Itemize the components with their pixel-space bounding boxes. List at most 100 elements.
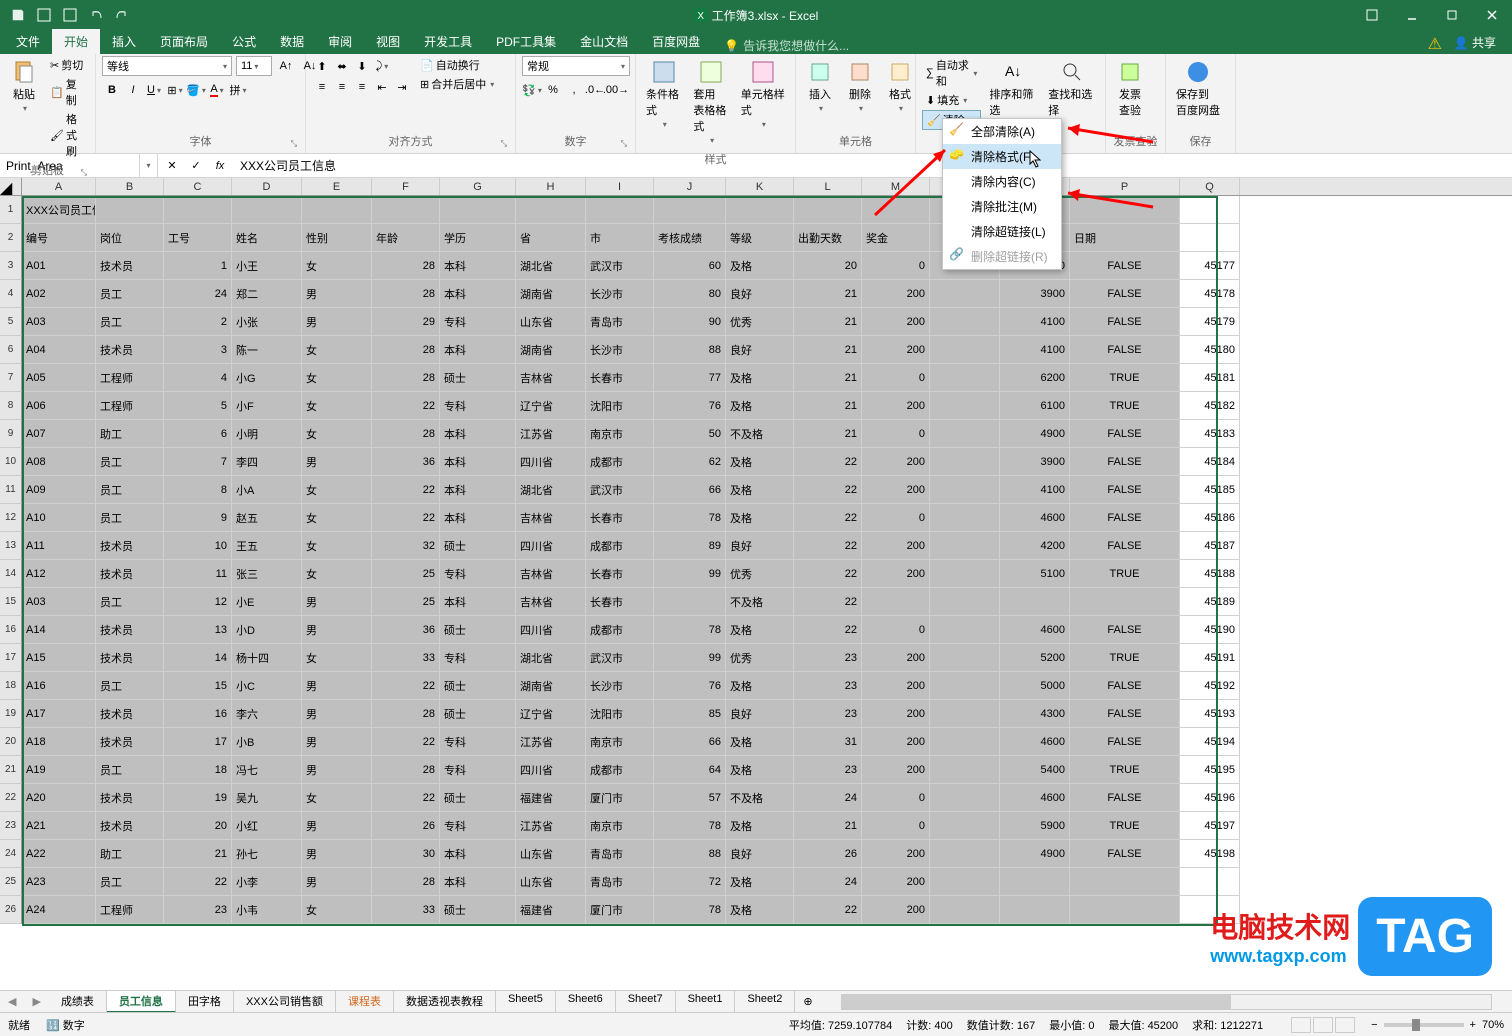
cell[interactable]: 姓名 [232, 224, 302, 252]
cell[interactable]: 福建省 [516, 896, 586, 924]
zoom-level[interactable]: 70% [1482, 1019, 1504, 1031]
cell[interactable]: 小C [232, 672, 302, 700]
cancel-icon[interactable]: ✕ [162, 156, 182, 176]
cell[interactable]: FALSE [1070, 420, 1180, 448]
add-sheet-button[interactable]: ⊕ [795, 993, 820, 1010]
select-all-corner[interactable]: ◢ [0, 178, 22, 195]
cell[interactable]: 78 [654, 616, 726, 644]
cell[interactable]: 武汉市 [586, 476, 654, 504]
cell[interactable]: 22 [794, 616, 862, 644]
cell[interactable]: 男 [302, 588, 372, 616]
cell[interactable] [930, 336, 1000, 364]
cell[interactable]: FALSE [1070, 308, 1180, 336]
cell[interactable]: 专科 [440, 812, 516, 840]
cell[interactable]: 湖北省 [516, 476, 586, 504]
cell[interactable]: 女 [302, 644, 372, 672]
cell[interactable]: 助工 [96, 420, 164, 448]
cell[interactable]: 20 [794, 252, 862, 280]
cell[interactable]: 11 [164, 560, 232, 588]
cell[interactable]: 学历 [440, 224, 516, 252]
cell[interactable]: 不及格 [726, 588, 794, 616]
cell[interactable]: 技术员 [96, 728, 164, 756]
cell[interactable]: 南京市 [586, 812, 654, 840]
cell[interactable]: 小王 [232, 252, 302, 280]
cell[interactable]: 28 [372, 336, 440, 364]
cell[interactable]: 硕士 [440, 672, 516, 700]
cell[interactable]: 200 [862, 308, 930, 336]
cell[interactable]: 员工 [96, 756, 164, 784]
cell[interactable]: 专科 [440, 728, 516, 756]
cell[interactable]: FALSE [1070, 336, 1180, 364]
cell[interactable]: 60 [654, 252, 726, 280]
cell[interactable]: 南京市 [586, 420, 654, 448]
cell[interactable]: 本科 [440, 476, 516, 504]
cell[interactable] [930, 560, 1000, 588]
cell[interactable] [726, 196, 794, 224]
cell[interactable] [164, 196, 232, 224]
cell[interactable]: FALSE [1070, 252, 1180, 280]
cell[interactable]: 25 [372, 588, 440, 616]
cell[interactable]: 李四 [232, 448, 302, 476]
cell[interactable]: A09 [22, 476, 96, 504]
cell[interactable]: 年龄 [372, 224, 440, 252]
indent-dec-icon[interactable]: ⇤ [372, 77, 392, 97]
cell[interactable]: 员工 [96, 868, 164, 896]
undo-icon[interactable] [84, 4, 108, 26]
cell[interactable]: 6100 [1000, 392, 1070, 420]
cell[interactable]: 技术员 [96, 700, 164, 728]
cell[interactable]: 45190 [1180, 616, 1240, 644]
cell[interactable]: 小G [232, 364, 302, 392]
cell[interactable]: 技术员 [96, 560, 164, 588]
cell[interactable]: 22 [372, 476, 440, 504]
cell[interactable]: 200 [862, 532, 930, 560]
cell[interactable]: 17 [164, 728, 232, 756]
cell[interactable]: 3 [164, 336, 232, 364]
cell[interactable]: 沈阳市 [586, 392, 654, 420]
cell[interactable] [1180, 196, 1240, 224]
cell[interactable] [654, 588, 726, 616]
zoom-slider[interactable] [1384, 1023, 1464, 1027]
cell[interactable]: FALSE [1070, 532, 1180, 560]
cell[interactable]: 男 [302, 812, 372, 840]
cell[interactable] [930, 644, 1000, 672]
cell[interactable]: 22 [794, 504, 862, 532]
cell[interactable]: 200 [862, 672, 930, 700]
cell[interactable]: 23 [164, 896, 232, 924]
cell[interactable]: 助工 [96, 840, 164, 868]
cell[interactable]: 优秀 [726, 644, 794, 672]
tab-jinshan[interactable]: 金山文档 [568, 29, 640, 54]
cell[interactable]: 湖北省 [516, 644, 586, 672]
cell[interactable]: 及格 [726, 756, 794, 784]
cell[interactable]: 员工 [96, 672, 164, 700]
find-button[interactable]: 查找和选择 [1044, 56, 1099, 122]
maximize-icon[interactable] [1432, 0, 1472, 30]
cell[interactable]: A22 [22, 840, 96, 868]
horizontal-scrollbar[interactable] [841, 994, 1492, 1010]
cell[interactable]: FALSE [1070, 476, 1180, 504]
cell[interactable]: 辽宁省 [516, 392, 586, 420]
cell[interactable]: 45193 [1180, 700, 1240, 728]
cell[interactable]: 性别 [302, 224, 372, 252]
row-header[interactable]: 19 [0, 700, 22, 728]
cell[interactable]: 4 [164, 364, 232, 392]
cell[interactable]: 28 [372, 252, 440, 280]
cell[interactable]: 24 [164, 280, 232, 308]
indent-inc-icon[interactable]: ⇥ [392, 77, 412, 97]
cell[interactable]: 66 [654, 728, 726, 756]
cell[interactable]: 及格 [726, 812, 794, 840]
cell[interactable]: 28 [372, 420, 440, 448]
cell[interactable]: A20 [22, 784, 96, 812]
cell[interactable]: 99 [654, 560, 726, 588]
cell[interactable]: 优秀 [726, 308, 794, 336]
paste-button[interactable]: 粘贴▾ [6, 56, 42, 117]
cell[interactable]: 4100 [1000, 308, 1070, 336]
cell[interactable]: 45185 [1180, 476, 1240, 504]
align-top-icon[interactable]: ⬆ [312, 56, 332, 76]
cell[interactable]: 长春市 [586, 364, 654, 392]
cell[interactable]: 女 [302, 364, 372, 392]
cell[interactable]: 30 [372, 840, 440, 868]
cell[interactable]: 硕士 [440, 784, 516, 812]
cell[interactable]: 26 [794, 840, 862, 868]
row-header[interactable]: 23 [0, 812, 22, 840]
cell[interactable]: 冯七 [232, 756, 302, 784]
